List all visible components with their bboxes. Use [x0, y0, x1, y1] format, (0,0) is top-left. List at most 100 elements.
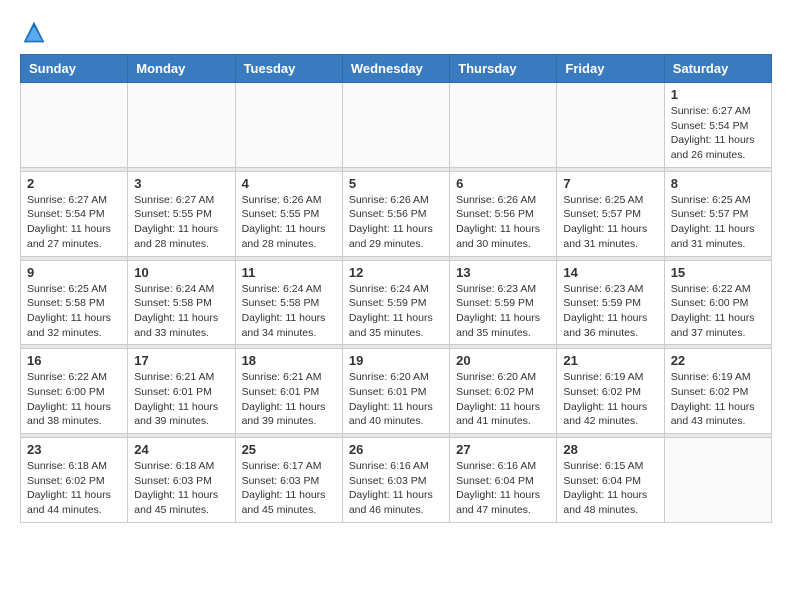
day-number: 20: [456, 353, 550, 368]
day-info: Sunrise: 6:16 AM Sunset: 6:03 PM Dayligh…: [349, 459, 443, 518]
day-info: Sunrise: 6:23 AM Sunset: 5:59 PM Dayligh…: [563, 282, 657, 341]
day-info: Sunrise: 6:17 AM Sunset: 6:03 PM Dayligh…: [242, 459, 336, 518]
calendar-table: SundayMondayTuesdayWednesdayThursdayFrid…: [20, 54, 772, 523]
day-info: Sunrise: 6:20 AM Sunset: 6:01 PM Dayligh…: [349, 370, 443, 429]
calendar-cell: [664, 438, 771, 523]
day-info: Sunrise: 6:27 AM Sunset: 5:54 PM Dayligh…: [671, 104, 765, 163]
calendar-cell: 10 Sunrise: 6:24 AM Sunset: 5:58 PM Dayli…: [128, 260, 235, 345]
calendar-cell: 27 Sunrise: 6:16 AM Sunset: 6:04 PM Dayli…: [450, 438, 557, 523]
day-number: 4: [242, 176, 336, 191]
day-info: Sunrise: 6:26 AM Sunset: 5:55 PM Dayligh…: [242, 193, 336, 252]
calendar-cell: 11 Sunrise: 6:24 AM Sunset: 5:58 PM Dayli…: [235, 260, 342, 345]
day-number: 21: [563, 353, 657, 368]
calendar-cell: 17 Sunrise: 6:21 AM Sunset: 6:01 PM Dayli…: [128, 349, 235, 434]
calendar-cell: 26 Sunrise: 6:16 AM Sunset: 6:03 PM Dayli…: [342, 438, 449, 523]
header-monday: Monday: [128, 55, 235, 83]
day-info: Sunrise: 6:25 AM Sunset: 5:58 PM Dayligh…: [27, 282, 121, 341]
calendar-cell: 3 Sunrise: 6:27 AM Sunset: 5:55 PM Daylig…: [128, 171, 235, 256]
day-info: Sunrise: 6:24 AM Sunset: 5:59 PM Dayligh…: [349, 282, 443, 341]
day-info: Sunrise: 6:26 AM Sunset: 5:56 PM Dayligh…: [349, 193, 443, 252]
calendar-cell: 20 Sunrise: 6:20 AM Sunset: 6:02 PM Dayli…: [450, 349, 557, 434]
day-info: Sunrise: 6:27 AM Sunset: 5:55 PM Dayligh…: [134, 193, 228, 252]
day-number: 15: [671, 265, 765, 280]
page-header: [20, 20, 772, 44]
day-number: 12: [349, 265, 443, 280]
calendar-week-3: 9 Sunrise: 6:25 AM Sunset: 5:58 PM Daylig…: [21, 260, 772, 345]
day-info: Sunrise: 6:16 AM Sunset: 6:04 PM Dayligh…: [456, 459, 550, 518]
day-number: 1: [671, 87, 765, 102]
day-number: 23: [27, 442, 121, 457]
day-number: 14: [563, 265, 657, 280]
header-wednesday: Wednesday: [342, 55, 449, 83]
calendar-week-5: 23 Sunrise: 6:18 AM Sunset: 6:02 PM Dayli…: [21, 438, 772, 523]
day-number: 28: [563, 442, 657, 457]
logo: [20, 20, 46, 44]
calendar-cell: 15 Sunrise: 6:22 AM Sunset: 6:00 PM Dayli…: [664, 260, 771, 345]
calendar-cell: 16 Sunrise: 6:22 AM Sunset: 6:00 PM Dayli…: [21, 349, 128, 434]
day-info: Sunrise: 6:19 AM Sunset: 6:02 PM Dayligh…: [671, 370, 765, 429]
header-friday: Friday: [557, 55, 664, 83]
day-info: Sunrise: 6:26 AM Sunset: 5:56 PM Dayligh…: [456, 193, 550, 252]
calendar-cell: 18 Sunrise: 6:21 AM Sunset: 6:01 PM Dayli…: [235, 349, 342, 434]
header-thursday: Thursday: [450, 55, 557, 83]
day-info: Sunrise: 6:15 AM Sunset: 6:04 PM Dayligh…: [563, 459, 657, 518]
day-number: 5: [349, 176, 443, 191]
calendar-cell: [128, 83, 235, 168]
day-info: Sunrise: 6:21 AM Sunset: 6:01 PM Dayligh…: [242, 370, 336, 429]
calendar-cell: 23 Sunrise: 6:18 AM Sunset: 6:02 PM Dayli…: [21, 438, 128, 523]
calendar-cell: 13 Sunrise: 6:23 AM Sunset: 5:59 PM Dayli…: [450, 260, 557, 345]
calendar-week-2: 2 Sunrise: 6:27 AM Sunset: 5:54 PM Daylig…: [21, 171, 772, 256]
day-number: 10: [134, 265, 228, 280]
day-info: Sunrise: 6:24 AM Sunset: 5:58 PM Dayligh…: [134, 282, 228, 341]
day-number: 27: [456, 442, 550, 457]
calendar-cell: 21Sunrise: 6:19 AM Sunset: 6:02 PM Dayli…: [557, 349, 664, 434]
day-info: Sunrise: 6:22 AM Sunset: 6:00 PM Dayligh…: [27, 370, 121, 429]
calendar-cell: 12 Sunrise: 6:24 AM Sunset: 5:59 PM Dayli…: [342, 260, 449, 345]
calendar-cell: 6 Sunrise: 6:26 AM Sunset: 5:56 PM Daylig…: [450, 171, 557, 256]
calendar-cell: 1 Sunrise: 6:27 AM Sunset: 5:54 PM Daylig…: [664, 83, 771, 168]
day-number: 9: [27, 265, 121, 280]
day-number: 6: [456, 176, 550, 191]
logo-icon: [22, 20, 46, 44]
calendar-cell: [235, 83, 342, 168]
calendar-cell: 4 Sunrise: 6:26 AM Sunset: 5:55 PM Daylig…: [235, 171, 342, 256]
day-info: Sunrise: 6:20 AM Sunset: 6:02 PM Dayligh…: [456, 370, 550, 429]
calendar-cell: 22 Sunrise: 6:19 AM Sunset: 6:02 PM Dayli…: [664, 349, 771, 434]
day-number: 17: [134, 353, 228, 368]
calendar-cell: 24Sunrise: 6:18 AM Sunset: 6:03 PM Dayli…: [128, 438, 235, 523]
day-number: 19: [349, 353, 443, 368]
day-info: Sunrise: 6:25 AM Sunset: 5:57 PM Dayligh…: [563, 193, 657, 252]
day-number: 3: [134, 176, 228, 191]
calendar-cell: [450, 83, 557, 168]
calendar-cell: 7Sunrise: 6:25 AM Sunset: 5:57 PM Daylig…: [557, 171, 664, 256]
calendar-week-4: 16 Sunrise: 6:22 AM Sunset: 6:00 PM Dayli…: [21, 349, 772, 434]
header-sunday: Sunday: [21, 55, 128, 83]
day-number: 16: [27, 353, 121, 368]
calendar-cell: 2 Sunrise: 6:27 AM Sunset: 5:54 PM Daylig…: [21, 171, 128, 256]
day-info: Sunrise: 6:22 AM Sunset: 6:00 PM Dayligh…: [671, 282, 765, 341]
day-number: 25: [242, 442, 336, 457]
day-number: 22: [671, 353, 765, 368]
day-number: 2: [27, 176, 121, 191]
calendar-header-row: SundayMondayTuesdayWednesdayThursdayFrid…: [21, 55, 772, 83]
day-number: 18: [242, 353, 336, 368]
day-info: Sunrise: 6:24 AM Sunset: 5:58 PM Dayligh…: [242, 282, 336, 341]
calendar-cell: 9 Sunrise: 6:25 AM Sunset: 5:58 PM Daylig…: [21, 260, 128, 345]
day-number: 8: [671, 176, 765, 191]
calendar-cell: 28 Sunrise: 6:15 AM Sunset: 6:04 PM Dayli…: [557, 438, 664, 523]
header-tuesday: Tuesday: [235, 55, 342, 83]
day-info: Sunrise: 6:25 AM Sunset: 5:57 PM Dayligh…: [671, 193, 765, 252]
day-number: 26: [349, 442, 443, 457]
day-info: Sunrise: 6:21 AM Sunset: 6:01 PM Dayligh…: [134, 370, 228, 429]
day-info: Sunrise: 6:23 AM Sunset: 5:59 PM Dayligh…: [456, 282, 550, 341]
calendar-cell: 14 Sunrise: 6:23 AM Sunset: 5:59 PM Dayli…: [557, 260, 664, 345]
day-number: 24: [134, 442, 228, 457]
day-number: 13: [456, 265, 550, 280]
calendar-cell: [557, 83, 664, 168]
header-saturday: Saturday: [664, 55, 771, 83]
day-number: 11: [242, 265, 336, 280]
day-info: Sunrise: 6:18 AM Sunset: 6:02 PM Dayligh…: [27, 459, 121, 518]
calendar-cell: 25 Sunrise: 6:17 AM Sunset: 6:03 PM Dayli…: [235, 438, 342, 523]
day-info: Sunrise: 6:27 AM Sunset: 5:54 PM Dayligh…: [27, 193, 121, 252]
calendar-cell: 5 Sunrise: 6:26 AM Sunset: 5:56 PM Daylig…: [342, 171, 449, 256]
